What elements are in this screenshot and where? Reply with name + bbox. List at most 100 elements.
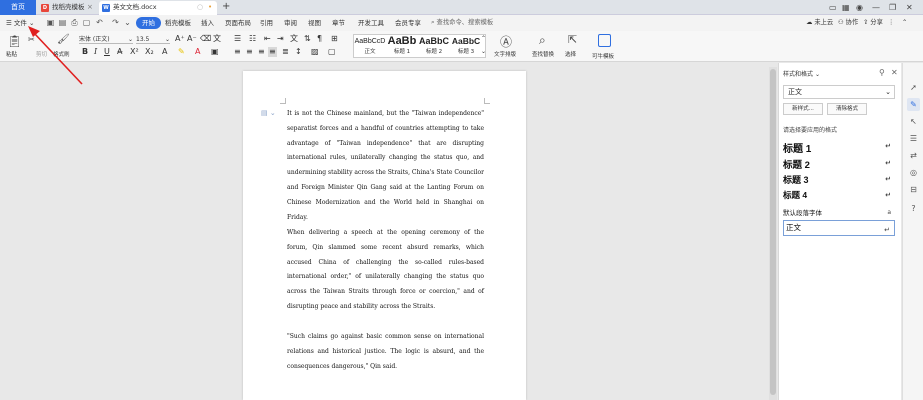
tab-document[interactable]: W 英文文档.docx ○ •: [99, 1, 217, 15]
paste-button[interactable]: 粘贴: [6, 50, 17, 58]
template-icon[interactable]: [598, 34, 611, 47]
cursor-icon[interactable]: ⇱: [568, 33, 577, 46]
font-name-select[interactable]: 宋体 (正文) ⌄: [79, 35, 133, 44]
menu-item-developer[interactable]: 开发工具: [354, 17, 388, 29]
line-spacing-icon[interactable]: ↕: [295, 47, 302, 57]
more-icon[interactable]: ⋮: [888, 17, 894, 29]
align-left-icon[interactable]: ≡: [234, 47, 241, 57]
format-painter-button[interactable]: 格式刷: [53, 50, 70, 58]
transform-icon[interactable]: ⇄: [907, 149, 920, 162]
share-button[interactable]: ⇪ 分享: [863, 17, 883, 29]
tab-options-icon[interactable]: ○: [197, 1, 203, 14]
shrink-font-icon[interactable]: A⁻: [187, 34, 197, 44]
current-style-select[interactable]: 正文 ⌄: [783, 85, 895, 99]
select-button[interactable]: 选择: [565, 50, 576, 58]
strikethrough-icon[interactable]: A̶: [117, 47, 122, 57]
avatar-icon[interactable]: ◉: [856, 0, 863, 15]
file-menu[interactable]: ☰ 文件 ⌄: [6, 17, 34, 29]
save-icon[interactable]: ▣: [46, 18, 55, 27]
chevron-down-icon[interactable]: ⌄: [123, 18, 132, 27]
paragraph-3[interactable]: "Such claims go against basic common sen…: [287, 330, 484, 374]
menu-item-sections[interactable]: 章节: [328, 17, 349, 29]
gallery-more-icon[interactable]: ⌄: [481, 47, 486, 57]
gallery-up-icon[interactable]: ⌃: [481, 34, 486, 44]
menu-item-references[interactable]: 引用: [256, 17, 277, 29]
collab-button[interactable]: ⚇ 协作: [838, 17, 858, 29]
layout-icon[interactable]: ▭: [829, 0, 837, 15]
close-icon[interactable]: ✕: [891, 68, 898, 77]
bullet-list-icon[interactable]: ☰: [234, 34, 241, 44]
command-search[interactable]: ⌕ 查找命令、搜索模板: [431, 17, 493, 29]
scissors-icon[interactable]: ✂: [28, 35, 35, 44]
numbered-list-icon[interactable]: ☷: [249, 34, 256, 44]
pane-style-normal[interactable]: 正文 ↵: [783, 220, 895, 236]
maximize-icon[interactable]: ❐: [889, 0, 896, 15]
pin-icon[interactable]: ⚲: [879, 68, 885, 77]
new-style-button[interactable]: 新样式...: [783, 103, 823, 115]
text-tools-icon[interactable]: Ⓐ: [500, 33, 512, 50]
style-normal[interactable]: AaBbCcD 正文: [354, 36, 386, 58]
subscript-icon[interactable]: X₂: [145, 47, 154, 57]
font-color-icon[interactable]: A: [195, 47, 200, 57]
pinyin-icon[interactable]: 文: [213, 34, 221, 44]
para-border-icon[interactable]: ▢: [328, 47, 336, 57]
grow-font-icon[interactable]: A⁺: [175, 34, 185, 44]
location-icon[interactable]: ◎: [907, 166, 920, 179]
format-painter-icon[interactable]: 🖌︎: [57, 34, 70, 45]
document-page[interactable]: ▤ ⌄ It is not the Chinese mainland, but …: [243, 71, 526, 400]
help-icon[interactable]: ?: [907, 202, 920, 215]
menu-item-member[interactable]: 会员专享: [391, 17, 425, 29]
cut-button[interactable]: 剪切: [36, 50, 47, 58]
increase-indent-icon[interactable]: ⇥: [277, 34, 284, 44]
menu-item-insert[interactable]: 插入: [197, 17, 218, 29]
align-right-icon[interactable]: ≡: [258, 47, 265, 57]
scrollbar-thumb[interactable]: [770, 69, 776, 395]
bold-icon[interactable]: B: [82, 47, 88, 57]
char-border-icon[interactable]: ▣: [211, 47, 219, 57]
pane-style-heading-1[interactable]: 标题 1 ↵: [783, 140, 895, 155]
justify-icon[interactable]: ≡: [268, 47, 277, 57]
chinese-layout-icon[interactable]: 文: [290, 34, 298, 44]
italic-icon[interactable]: I: [94, 47, 97, 57]
sort-icon[interactable]: ⇅: [304, 34, 311, 44]
new-tab-icon[interactable]: +: [222, 0, 230, 14]
paragraph-1[interactable]: It is not the Chinese mainland, but the …: [287, 107, 484, 225]
tab-home[interactable]: 首页: [0, 0, 36, 15]
undo-icon[interactable]: ↶: [95, 18, 104, 27]
style-brush-icon[interactable]: ✎: [907, 98, 920, 111]
close-icon[interactable]: ×: [87, 1, 93, 14]
superscript-icon[interactable]: X²: [130, 47, 139, 57]
clear-format-icon[interactable]: ⌫: [200, 34, 211, 44]
text-effect-icon[interactable]: A: [162, 47, 167, 57]
template-button[interactable]: 可牛模板: [592, 52, 614, 60]
show-marks-icon[interactable]: ¶: [317, 34, 322, 44]
highlight-icon[interactable]: ✎: [178, 47, 185, 57]
menu-item-templates[interactable]: 稻壳模板: [161, 17, 195, 29]
styles-pane-title[interactable]: 样式和格式 ⌄: [783, 69, 820, 78]
borders-icon[interactable]: ⊞: [331, 34, 338, 44]
underline-icon[interactable]: U: [104, 47, 110, 57]
menu-item-view[interactable]: 视图: [304, 17, 325, 29]
cloud-status[interactable]: ☁ 未上云: [806, 17, 833, 29]
redo-icon[interactable]: ↷: [111, 18, 120, 27]
distributed-icon[interactable]: ≣: [282, 47, 289, 57]
rocket-icon[interactable]: ➚: [907, 81, 920, 94]
vertical-scrollbar[interactable]: [769, 67, 777, 400]
clear-format-button[interactable]: 清除格式: [827, 103, 867, 115]
menu-item-page-layout[interactable]: 页面布局: [221, 17, 255, 29]
find-icon[interactable]: ⌕: [539, 33, 546, 48]
window-close-icon[interactable]: ✕: [906, 0, 913, 15]
shading-icon[interactable]: ▨: [311, 47, 319, 57]
print-icon[interactable]: ⎙: [70, 18, 79, 27]
decrease-indent-icon[interactable]: ⇤: [264, 34, 271, 44]
menu-item-review[interactable]: 审阅: [280, 17, 301, 29]
share-tools-icon[interactable]: ⊟: [907, 183, 920, 196]
paste-icon[interactable]: 📋︎: [7, 34, 22, 48]
preview-icon[interactable]: ▢: [82, 18, 91, 27]
pane-style-heading-3[interactable]: 标题 3 ↵: [783, 173, 895, 188]
font-size-select[interactable]: 13.5 ⌄: [136, 35, 170, 44]
export-pdf-icon[interactable]: ▤: [58, 18, 67, 27]
select-cursor-icon[interactable]: ↖: [907, 115, 920, 128]
paragraph-2[interactable]: When delivering a speech at the opening …: [287, 226, 484, 315]
align-center-icon[interactable]: ≡: [246, 47, 253, 57]
